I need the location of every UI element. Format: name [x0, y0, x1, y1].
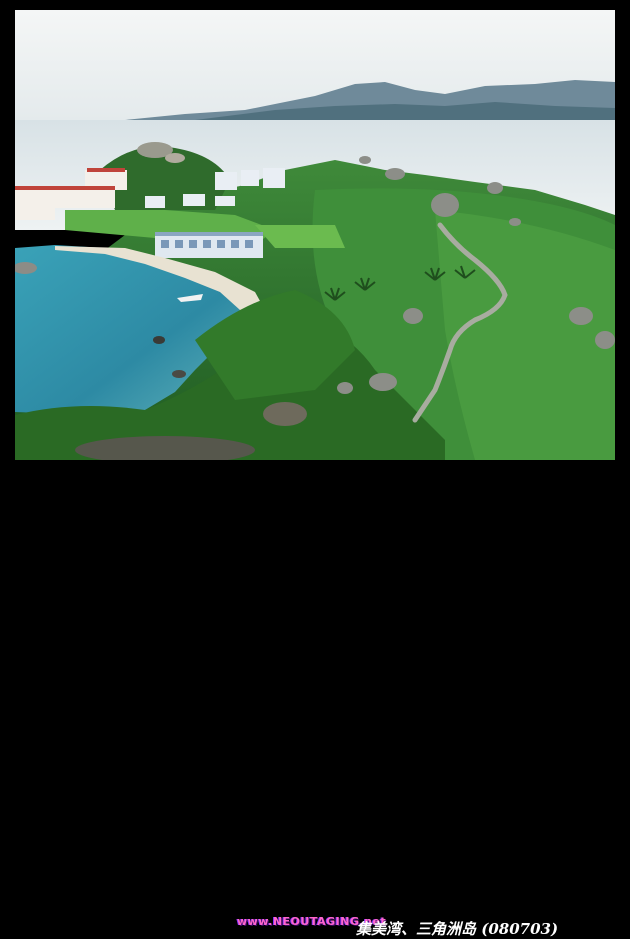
- landscape-photo: [15, 10, 615, 460]
- caption-bar: www.NEOUTAGING.net 集美湾、三角洲岛 (080703): [0, 458, 630, 938]
- coastal-island-scene: [15, 10, 615, 460]
- photo-frame: www.NEOUTAGING.net 集美湾、三角洲岛 (080703): [0, 0, 630, 938]
- photo-title: 集美湾、三角洲岛 (080703): [356, 920, 559, 938]
